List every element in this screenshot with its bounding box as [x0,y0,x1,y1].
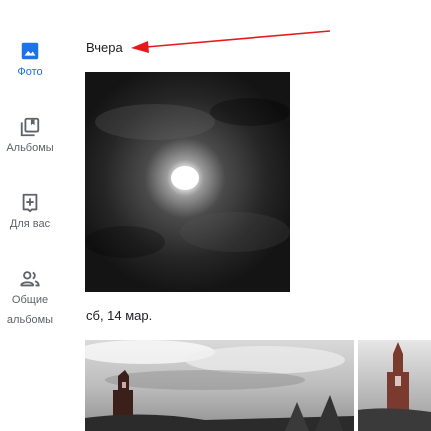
for-you-icon [22,193,38,213]
sidebar-item-label: Для вас [9,218,51,230]
date-header: сб, 14 мар. [86,308,153,323]
sidebar-item-for-you[interactable]: Для вас [0,192,60,235]
sidebar-item-photos[interactable]: Фото [0,40,60,83]
sidebar: Фото Альбомы Для вас Общие альбомы [0,0,60,431]
photo-moon-clouds[interactable] [85,72,290,292]
photo-icon [21,42,39,60]
shared-albums-icon [20,271,40,287]
sidebar-item-albums[interactable]: Альбомы [0,116,60,159]
sidebar-item-label: Альбомы [6,142,54,154]
date-header: Вчера [86,40,123,55]
albums-icon [20,117,40,137]
photo-image [85,340,354,431]
photo-church-tower[interactable] [85,340,354,431]
photo-image [358,340,431,431]
photo-church-tower-2[interactable] [358,340,431,431]
sidebar-item-label: Фото [17,66,43,78]
sidebar-item-label: Общие [11,294,49,306]
sidebar-item-shared-albums[interactable]: Общие альбомы [0,268,60,331]
sidebar-item-label-line2: альбомы [6,314,54,326]
photo-image [85,72,290,292]
